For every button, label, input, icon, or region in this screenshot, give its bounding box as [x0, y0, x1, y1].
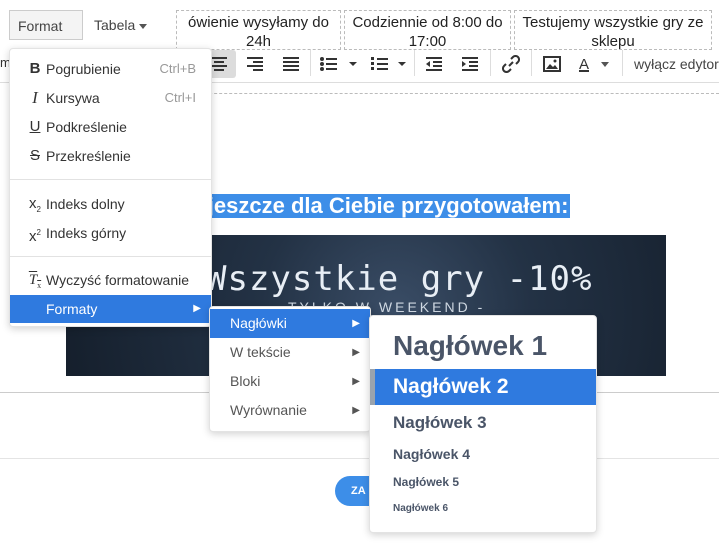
insert-image-button[interactable]	[538, 50, 566, 78]
submenu-item-alignment[interactable]: Wyrównanie ▶	[210, 396, 370, 425]
strikethrough-icon: S	[29, 147, 40, 164]
outdent-button[interactable]	[420, 50, 448, 78]
align-justify-button[interactable]	[274, 50, 308, 78]
toolbar-separator	[622, 50, 623, 76]
font-color-button[interactable]: A	[572, 50, 616, 78]
align-right-icon	[247, 57, 263, 71]
font-color-icon: A	[578, 55, 589, 73]
table-cell[interactable]: ówienie wysyłamy do 24h	[176, 10, 341, 50]
link-icon	[502, 55, 520, 73]
align-right-button[interactable]	[238, 50, 272, 78]
menu-item-strikethrough[interactable]: S Przekreślenie	[10, 142, 211, 170]
footer-divider	[0, 458, 719, 459]
chevron-right-icon: ▶	[352, 318, 360, 329]
submenu-item-blocks[interactable]: Bloki ▶	[210, 367, 370, 396]
toolbar-separator	[531, 50, 532, 76]
insert-link-button[interactable]	[497, 50, 525, 78]
image-icon	[543, 56, 561, 72]
menu-item-subscript[interactable]: x2 Indeks dolny	[10, 190, 211, 218]
menu-divider	[10, 179, 211, 180]
indent-icon	[462, 57, 478, 71]
content-heading[interactable]: co jeszcze dla Ciebie przygotowałem:	[174, 194, 571, 218]
chevron-right-icon: ▶	[352, 405, 360, 416]
numbered-list-icon	[371, 57, 406, 70]
chevron-down-icon	[139, 23, 148, 29]
underline-icon: U	[29, 118, 41, 135]
submenu-item-inline[interactable]: W tekście ▶	[210, 338, 370, 367]
superscript-icon: x2	[29, 228, 41, 245]
formats-submenu: Nagłówki ▶ W tekście ▶ Bloki ▶ Wyrównani…	[209, 306, 371, 432]
format-menu-button[interactable]: Format	[9, 10, 83, 60]
format-menu-label: Format	[18, 18, 63, 34]
toolbar-separator	[310, 50, 311, 76]
submenu-item-headings[interactable]: Nagłówki ▶	[210, 309, 370, 338]
menu-item-bold[interactable]: B Pogrubienie Ctrl+B	[10, 55, 211, 83]
disable-editor-button[interactable]: wyłącz edytor	[634, 56, 719, 72]
numbered-list-button[interactable]	[368, 50, 410, 78]
heading-option-h5[interactable]: Nagłówek 5	[370, 469, 596, 495]
heading-option-h1[interactable]: Nagłówek 1	[370, 326, 596, 366]
format-dropdown-menu: B Pogrubienie Ctrl+B I Kursywa Ctrl+I U …	[9, 48, 212, 327]
menu-item-formats[interactable]: Formaty ▶	[10, 295, 211, 323]
heading-option-h4[interactable]: Nagłówek 4	[370, 440, 596, 468]
menu-item-underline[interactable]: U Podkreślenie	[10, 113, 211, 141]
chevron-right-icon: ▶	[352, 376, 360, 387]
chevron-down-icon	[601, 61, 609, 67]
bold-icon: B	[29, 60, 41, 77]
italic-icon: I	[32, 88, 38, 107]
toolbar-separator	[490, 50, 491, 76]
menu-item-superscript[interactable]: x2 Indeks górny	[10, 219, 211, 247]
indent-button[interactable]	[456, 50, 484, 78]
table-menu-button[interactable]: Tabela	[86, 10, 156, 40]
bullet-list-icon	[320, 57, 357, 71]
chevron-right-icon: ▶	[193, 303, 201, 314]
table-cell[interactable]: Testujemy wszystkie gry ze sklepu	[514, 10, 712, 50]
heading-option-h6[interactable]: Nagłówek 6	[370, 497, 596, 521]
banner-title: Wszystkie gry -10%	[206, 259, 593, 299]
heading-option-h2[interactable]: Nagłówek 2	[370, 369, 596, 405]
bullet-list-button[interactable]	[316, 50, 360, 78]
menu-item-italic[interactable]: I Kursywa Ctrl+I	[10, 84, 211, 112]
outdent-icon	[426, 57, 442, 71]
align-justify-icon	[283, 57, 299, 71]
toolbar-separator	[414, 50, 415, 76]
heading-option-h3[interactable]: Nagłówek 3	[370, 408, 596, 438]
align-center-icon	[211, 57, 227, 71]
table-cell[interactable]: Codziennie od 8:00 do 17:00	[344, 10, 511, 50]
menu-divider	[10, 256, 211, 257]
menu-item-clear-formatting[interactable]: Tx Wyczyść formatowanie	[10, 266, 211, 294]
table-menu-label: Tabela	[94, 17, 136, 33]
headings-submenu: Nagłówek 1 Nagłówek 2 Nagłówek 3 Nagłówe…	[369, 315, 597, 533]
chevron-right-icon: ▶	[352, 347, 360, 358]
table-top-border	[174, 93, 719, 95]
